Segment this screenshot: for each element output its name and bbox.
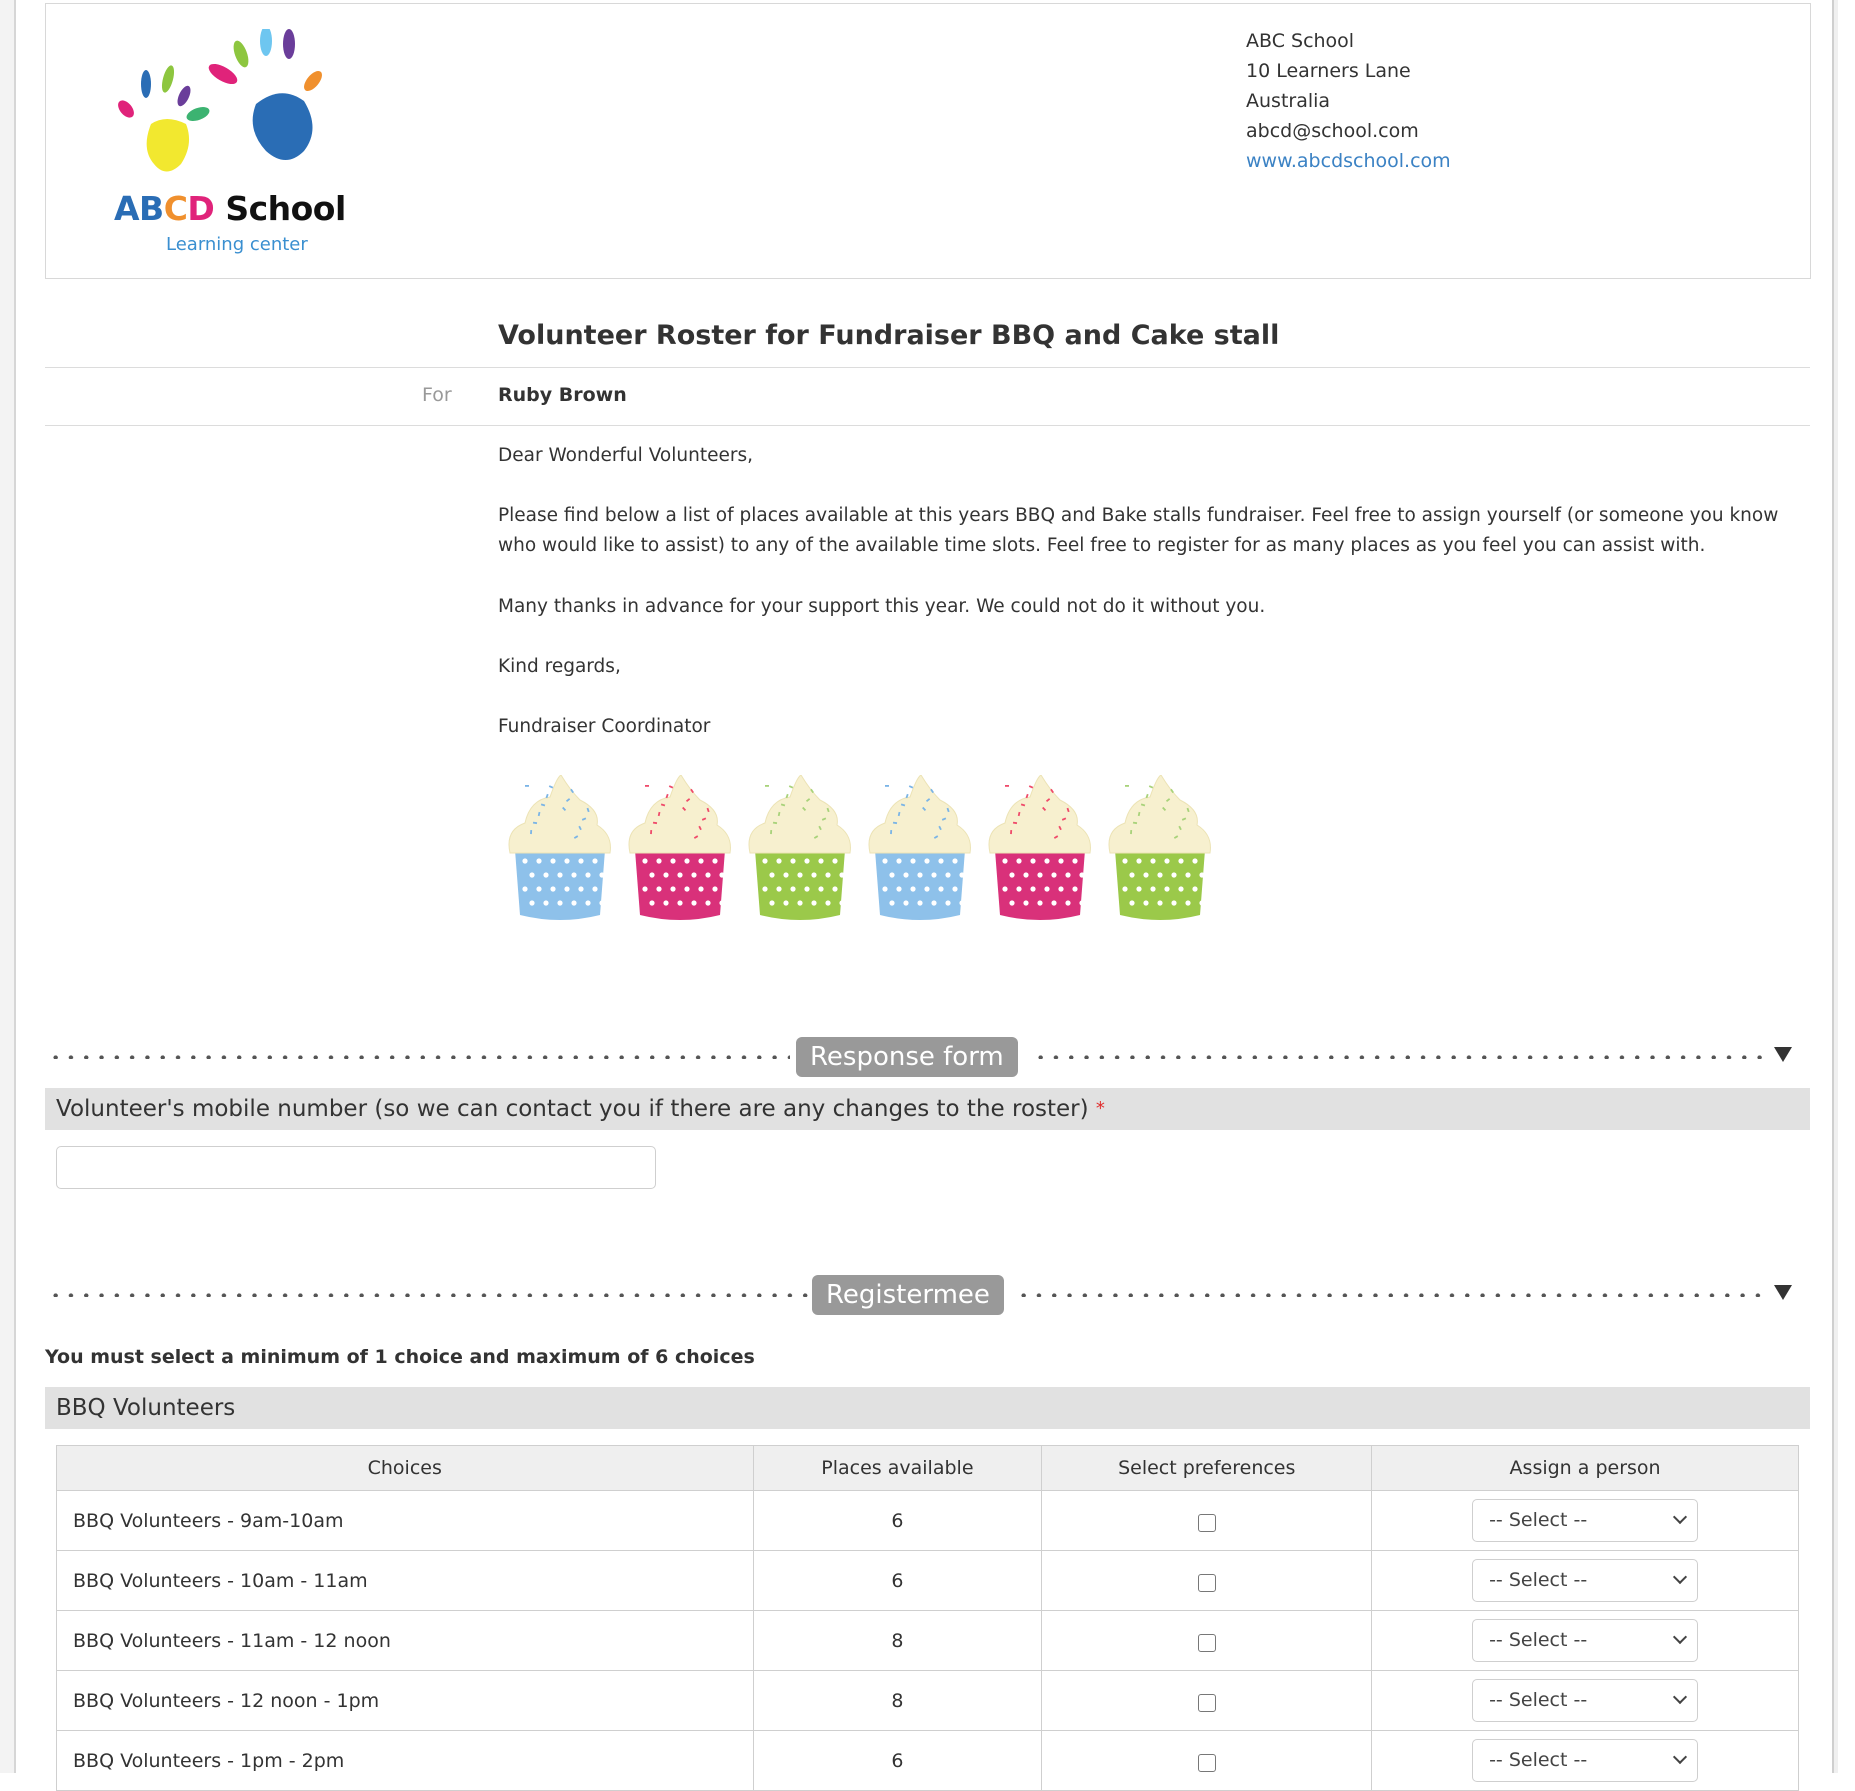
school-country: Australia — [1246, 90, 1331, 112]
choice-cell: BBQ Volunteers - 9am-10am — [56, 1490, 754, 1551]
logo-letter: B — [139, 189, 164, 228]
dotted-line — [48, 1293, 810, 1297]
page-left-gutter — [0, 0, 16, 1773]
logo-wordmark: ABCD School — [114, 189, 346, 228]
required-asterisk: * — [1095, 1098, 1105, 1119]
preference-checkbox[interactable] — [1197, 1753, 1216, 1772]
column-header-select-preferences: Select preferences — [1041, 1445, 1373, 1491]
dotted-line — [48, 1055, 790, 1059]
school-email: abcd@school.com — [1246, 120, 1419, 142]
chevron-down-icon — [1672, 1749, 1688, 1765]
table-row: BBQ Volunteers - 1pm - 2pm 6 -- Select -… — [56, 1730, 1799, 1791]
choice-cell: BBQ Volunteers - 10am - 11am — [56, 1550, 754, 1611]
places-cell: 6 — [752, 1490, 1043, 1551]
logo-letter: D — [187, 189, 215, 228]
choice-cell: BBQ Volunteers - 11am - 12 noon — [56, 1610, 754, 1671]
preference-checkbox[interactable] — [1197, 1573, 1216, 1592]
places-cell: 8 — [752, 1670, 1043, 1731]
greeting-paragraph: Dear Wonderful Volunteers, — [498, 445, 753, 466]
dotted-line — [1016, 1293, 1768, 1297]
section-divider-response-form[interactable]: Response form — [48, 1037, 1792, 1077]
select-value: -- Select -- — [1489, 1689, 1588, 1711]
preference-checkbox[interactable] — [1197, 1693, 1216, 1712]
divider-line — [45, 367, 1810, 368]
choices-table: Choices Places available Select preferen… — [56, 1445, 1799, 1791]
table-row: BBQ Volunteers - 9am-10am 6 -- Select -- — [56, 1490, 1799, 1551]
preference-checkbox[interactable] — [1197, 1513, 1216, 1532]
section-divider-registermee[interactable]: Registermee — [48, 1275, 1792, 1315]
chevron-down-icon — [1672, 1509, 1688, 1525]
column-header-assign-person: Assign a person — [1371, 1445, 1799, 1491]
for-label: For — [422, 384, 452, 406]
chevron-down-icon — [1672, 1569, 1688, 1585]
logo-letter: C — [163, 189, 188, 228]
assign-person-select[interactable]: -- Select -- — [1472, 1679, 1699, 1722]
divider-line — [45, 425, 1810, 426]
closing-paragraph: Kind regards, — [498, 656, 621, 677]
section-label-registermee: Registermee — [812, 1275, 1004, 1315]
handprints-icon — [118, 26, 322, 172]
chevron-down-icon — [1672, 1629, 1688, 1645]
group-label: BBQ Volunteers — [56, 1395, 236, 1421]
column-header-places: Places available — [752, 1445, 1043, 1491]
cupcake — [748, 774, 851, 920]
assign-person-select[interactable]: -- Select -- — [1472, 1739, 1699, 1782]
places-cell: 6 — [752, 1730, 1043, 1791]
collapse-triangle-icon[interactable] — [1774, 1285, 1792, 1300]
choice-cell: BBQ Volunteers - 1pm - 2pm — [56, 1730, 754, 1791]
places-cell: 6 — [752, 1550, 1043, 1611]
logo-word-school: School — [214, 189, 346, 228]
choice-cell: BBQ Volunteers - 12 noon - 1pm — [56, 1670, 754, 1731]
logo-subtitle: Learning center — [166, 234, 308, 255]
cupcake — [1108, 774, 1211, 920]
collapse-triangle-icon[interactable] — [1774, 1047, 1792, 1062]
places-cell: 8 — [752, 1610, 1043, 1671]
logo-letter: A — [114, 189, 140, 228]
select-value: -- Select -- — [1489, 1509, 1588, 1531]
assign-person-select[interactable]: -- Select -- — [1472, 1559, 1699, 1602]
page-scrollbar-track[interactable] — [1832, 0, 1838, 1773]
recipient-name: Ruby Brown — [498, 384, 627, 406]
thanks-paragraph: Many thanks in advance for your support … — [498, 596, 1266, 617]
selection-constraint-text: You must select a minimum of 1 choice an… — [45, 1346, 755, 1368]
signature-paragraph: Fundraiser Coordinator — [498, 716, 711, 737]
chevron-down-icon — [1672, 1689, 1688, 1705]
group-header-band: BBQ Volunteers — [45, 1387, 1810, 1429]
cupcakes-image — [505, 774, 1225, 940]
cupcake — [988, 774, 1091, 920]
preference-checkbox[interactable] — [1197, 1633, 1216, 1652]
letterhead: ABCD School Learning center ABC School 1… — [45, 3, 1811, 279]
select-value: -- Select -- — [1489, 1569, 1588, 1591]
table-row: BBQ Volunteers - 11am - 12 noon 8 -- Sel… — [56, 1610, 1799, 1671]
dotted-line — [1033, 1055, 1768, 1059]
cupcake — [628, 774, 731, 920]
assign-person-select[interactable]: -- Select -- — [1472, 1499, 1699, 1542]
select-value: -- Select -- — [1489, 1629, 1588, 1651]
field-label-band: Volunteer's mobile number (so we can con… — [45, 1088, 1810, 1130]
table-header-row: Choices Places available Select preferen… — [56, 1445, 1799, 1491]
table-row: BBQ Volunteers - 10am - 11am 6 -- Select… — [56, 1550, 1799, 1611]
school-address: ABC School 10 Learners Lane Australia ab… — [1246, 26, 1451, 176]
section-label-response-form: Response form — [796, 1037, 1018, 1077]
cupcake — [868, 774, 971, 920]
page-title: Volunteer Roster for Fundraiser BBQ and … — [498, 320, 1280, 351]
body-paragraph: Please find below a list of places avail… — [498, 505, 1779, 556]
school-website-link[interactable]: www.abcdschool.com — [1246, 150, 1451, 172]
cupcakes-illustration — [508, 774, 1211, 920]
school-street: 10 Learners Lane — [1246, 60, 1411, 82]
school-name: ABC School — [1246, 30, 1355, 52]
column-header-choices: Choices — [56, 1445, 754, 1491]
assign-person-select[interactable]: -- Select -- — [1472, 1619, 1699, 1662]
mobile-number-input[interactable] — [56, 1146, 656, 1189]
select-value: -- Select -- — [1489, 1749, 1588, 1771]
table-row: BBQ Volunteers - 12 noon - 1pm 8 -- Sele… — [56, 1670, 1799, 1731]
cupcake — [508, 774, 611, 920]
mobile-field-label: Volunteer's mobile number (so we can con… — [56, 1096, 1089, 1122]
